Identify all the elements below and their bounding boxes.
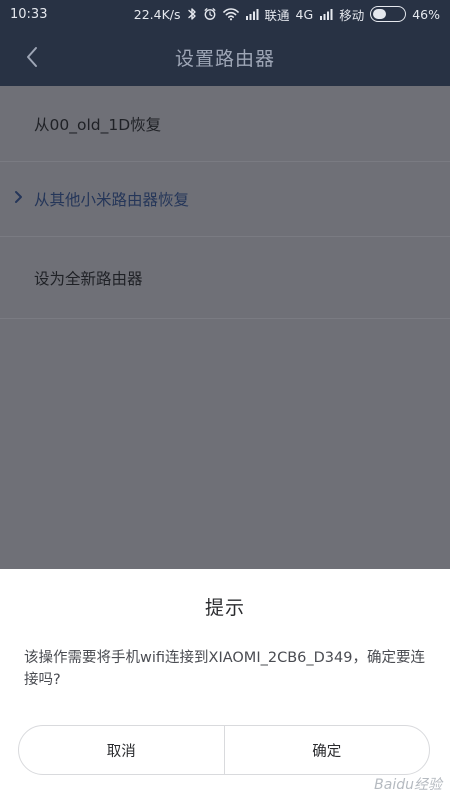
router-options-list: 从00_old_1D恢复 从其他小米路由器恢复 设为全新路由器 bbox=[0, 86, 450, 319]
battery-icon bbox=[370, 6, 407, 22]
dialog-title: 提示 bbox=[204, 597, 245, 619]
bluetooth-icon bbox=[187, 7, 197, 21]
option-label: 从00_old_1D恢复 bbox=[34, 115, 162, 134]
battery-fill bbox=[373, 9, 387, 19]
confirm-dialog: 提示 该操作需要将手机wifi连接到XIAOMI_2CB6_D349，确定要连接… bbox=[0, 569, 450, 800]
signal-icon-1 bbox=[245, 8, 259, 20]
option-new-router[interactable]: 设为全新路由器 bbox=[0, 237, 450, 319]
app-header: 设置路由器 bbox=[0, 28, 450, 86]
status-bar: 10:33 22.4K/s 联通 4G 移动 46% bbox=[0, 0, 450, 28]
confirm-button[interactable]: 确定 bbox=[225, 726, 430, 774]
alarm-icon bbox=[203, 7, 217, 21]
network-speed: 22.4K/s bbox=[133, 6, 181, 22]
carrier-2: 移动 bbox=[339, 7, 365, 23]
dialog-buttons: 取消 确定 bbox=[18, 725, 430, 775]
network-type: 4G bbox=[295, 6, 314, 22]
page-title: 设置路由器 bbox=[174, 47, 275, 70]
cancel-button[interactable]: 取消 bbox=[19, 726, 224, 774]
option-restore-other-router[interactable]: 从其他小米路由器恢复 bbox=[0, 162, 450, 237]
chevron-right-icon bbox=[14, 190, 23, 208]
wifi-icon bbox=[222, 7, 239, 21]
option-label: 设为全新路由器 bbox=[34, 269, 143, 288]
watermark: Baidu经验 bbox=[374, 777, 442, 793]
option-label: 从其他小米路由器恢复 bbox=[34, 191, 190, 209]
back-arrow-icon bbox=[27, 47, 37, 67]
option-restore-old[interactable]: 从00_old_1D恢复 bbox=[0, 86, 450, 162]
status-time: 10:33 bbox=[10, 6, 48, 22]
signal-icon-2 bbox=[319, 8, 333, 20]
back-button[interactable] bbox=[18, 40, 46, 74]
dialog-message: 该操作需要将手机wifi连接到XIAOMI_2CB6_D349，确定要连接吗? bbox=[24, 650, 425, 688]
status-indicators: 22.4K/s 联通 4G 移动 46% bbox=[134, 5, 440, 24]
carrier-1: 联通 bbox=[264, 7, 290, 23]
top-bar: 10:33 22.4K/s 联通 4G 移动 46% 设置路由器 bbox=[0, 0, 450, 86]
battery-percent: 46% bbox=[412, 6, 440, 22]
